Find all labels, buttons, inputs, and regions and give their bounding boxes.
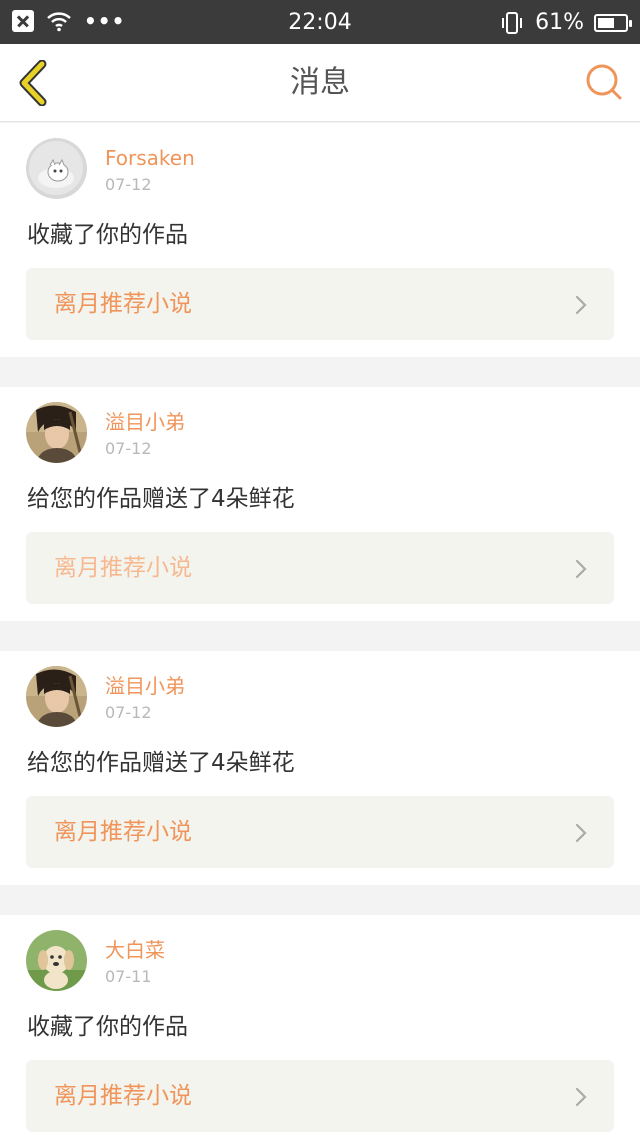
vibrate-phone-icon [502, 12, 523, 34]
message-date: 07-12 [105, 175, 152, 194]
page-title: 消息 [290, 65, 350, 100]
chevron-right-icon [575, 295, 587, 315]
status-bar-right: 61% [499, 8, 632, 38]
warrior-avatar[interactable] [26, 666, 87, 727]
username[interactable]: 溢目小弟 [105, 409, 185, 435]
message-card: Forsaken 07-12 收藏了你的作品 离月推荐小说 [0, 123, 640, 357]
message-text: 收藏了你的作品 [27, 222, 188, 248]
search-button[interactable] [584, 62, 624, 102]
puppy-avatar[interactable] [26, 930, 87, 991]
work-title: 离月推荐小说 [54, 291, 192, 317]
message-text: 收藏了你的作品 [27, 1014, 188, 1040]
warrior-avatar[interactable] [26, 402, 87, 463]
nav-bar: 消息 [0, 44, 640, 122]
battery-percent: 61% [535, 10, 584, 35]
message-list: Forsaken 07-12 收藏了你的作品 离月推荐小说 溢目小弟 07-12… [0, 123, 640, 1138]
status-bar: ••• 22:04 61% [0, 0, 640, 44]
chevron-right-icon [575, 559, 587, 579]
message-date: 07-11 [105, 967, 152, 986]
work-title: 离月推荐小说 [54, 819, 192, 845]
work-link[interactable]: 离月推荐小说 [26, 1060, 614, 1132]
work-title: 离月推荐小说 [54, 555, 192, 581]
message-card: 溢目小弟 07-12 给您的作品赠送了4朵鲜花 离月推荐小说 [0, 387, 640, 621]
message-card: 大白菜 07-11 收藏了你的作品 离月推荐小说 [0, 915, 640, 1138]
work-link[interactable]: 离月推荐小说 [26, 268, 614, 340]
message-text: 给您的作品赠送了4朵鲜花 [27, 750, 295, 776]
chevron-right-icon [575, 1087, 587, 1107]
username[interactable]: 大白菜 [105, 937, 165, 963]
battery-level [598, 18, 614, 28]
cat-avatar[interactable] [26, 138, 87, 199]
work-link[interactable]: 离月推荐小说 [26, 532, 614, 604]
work-title: 离月推荐小说 [54, 1083, 192, 1109]
battery-icon [594, 14, 632, 32]
work-link[interactable]: 离月推荐小说 [26, 796, 614, 868]
username[interactable]: 溢目小弟 [105, 673, 185, 699]
message-date: 07-12 [105, 703, 152, 722]
message-card: 溢目小弟 07-12 给您的作品赠送了4朵鲜花 离月推荐小说 [0, 651, 640, 885]
username[interactable]: Forsaken [105, 145, 195, 171]
chevron-right-icon [575, 823, 587, 843]
message-date: 07-12 [105, 439, 152, 458]
message-text: 给您的作品赠送了4朵鲜花 [27, 486, 295, 512]
